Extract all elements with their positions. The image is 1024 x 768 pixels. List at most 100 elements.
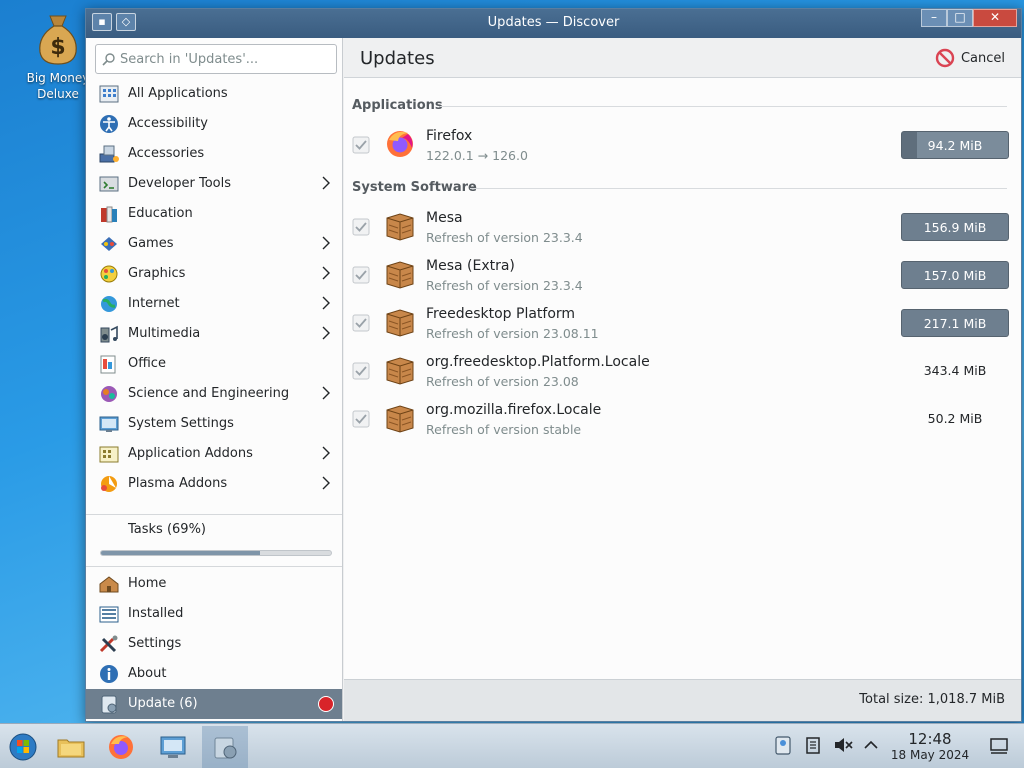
show-desktop-icon[interactable]	[988, 734, 1010, 756]
update-checkbox[interactable]	[352, 136, 370, 154]
update-checkbox[interactable]	[352, 266, 370, 284]
update-row[interactable]: Freedesktop Platform Refresh of version 2…	[344, 300, 1021, 348]
sidebar-item-internet[interactable]: Internet	[86, 289, 342, 319]
discover-icon	[214, 737, 237, 759]
sidebar-item-developer-tools[interactable]: Developer Tools	[86, 169, 342, 199]
update-name: org.mozilla.firefox.Locale	[426, 402, 602, 418]
science-icon	[101, 386, 117, 402]
sidebar-item-multimedia[interactable]: Multimedia	[86, 319, 342, 349]
application-addons-icon	[99, 446, 119, 463]
section-divider	[470, 188, 1007, 189]
sidebar-item-system-settings[interactable]: System Settings	[86, 409, 342, 439]
installed-icon	[99, 606, 119, 623]
clock[interactable]: 12:48 18 May 2024	[890, 731, 970, 763]
update-row[interactable]: Mesa Refresh of version 23.3.4 156.9 MiB	[344, 204, 1021, 252]
education-icon	[101, 206, 117, 223]
sidebar-item-label: Education	[128, 206, 193, 221]
main-header: Updates Cancel	[344, 38, 1021, 78]
sidebar-item-office[interactable]: Office	[86, 349, 342, 379]
update-size: 156.9 MiB	[901, 213, 1009, 241]
sidebar-item-label: Plasma Addons	[128, 476, 228, 491]
sidebar-item-all-applications[interactable]: All Applications	[86, 79, 342, 109]
sidebar-item-label: Science and Engineering	[128, 386, 290, 401]
discover-window: ▪ ◇ Updates — Discover – □ ✕ All Applica…	[85, 8, 1022, 722]
cancel-label: Cancel	[960, 50, 1005, 66]
taskbar-discover[interactable]	[202, 726, 248, 768]
window-title: Updates — Discover	[487, 15, 620, 30]
chevron-right-icon	[322, 296, 330, 310]
tasks-label[interactable]: Tasks (69%)	[128, 522, 206, 537]
start-button[interactable]	[0, 726, 46, 768]
close-button[interactable]: ✕	[973, 9, 1017, 27]
sidebar-item-graphics[interactable]: Graphics	[86, 259, 342, 289]
notes-tray-icon[interactable]	[802, 734, 824, 756]
taskbar-system-settings[interactable]	[150, 726, 196, 768]
sidebar-divider	[86, 514, 342, 515]
update-size: 343.4 MiB	[923, 363, 987, 378]
clipboard-tray-icon[interactable]	[772, 734, 794, 756]
update-subtitle: Refresh of version 23.08.11	[426, 326, 599, 341]
volume-muted-icon[interactable]	[832, 734, 854, 756]
update-checkbox[interactable]	[352, 314, 370, 332]
nav-item-installed[interactable]: Installed	[86, 599, 342, 629]
package-box-icon	[386, 309, 414, 337]
system-settings-icon	[99, 416, 119, 432]
developer-tools-icon	[99, 176, 119, 192]
sidebar-item-label: Graphics	[128, 266, 186, 281]
firefox-icon	[109, 735, 133, 759]
clock-time: 12:48	[908, 730, 952, 748]
sidebar-item-accessibility[interactable]: Accessibility	[86, 109, 342, 139]
clock-date: 18 May 2024	[890, 748, 970, 762]
update-subtitle: Refresh of version 23.3.4	[426, 230, 583, 245]
nav-item-update[interactable]: Update (6)	[86, 689, 342, 719]
package-box-icon	[386, 213, 414, 241]
chevron-up-icon[interactable]	[860, 734, 882, 756]
section-header: Applications	[352, 98, 443, 113]
taskbar: 12:48 18 May 2024	[0, 723, 1024, 768]
nav-item-label: Update (6)	[128, 696, 198, 711]
home-icon	[99, 576, 119, 593]
sidebar: All Applications Accessibility Accessories…	[86, 38, 343, 721]
update-icon	[101, 695, 117, 714]
plasma-addons-icon	[101, 476, 117, 492]
settings-icon	[99, 635, 118, 653]
taskbar-firefox[interactable]	[98, 726, 144, 768]
sidebar-item-label: Multimedia	[128, 326, 201, 341]
search-box[interactable]	[95, 44, 337, 74]
chevron-right-icon	[322, 386, 330, 400]
maximize-button[interactable]: □	[947, 9, 973, 27]
title-bar[interactable]: ▪ ◇ Updates — Discover – □ ✕	[86, 9, 1021, 38]
taskbar-file-manager[interactable]	[48, 726, 94, 768]
minimize-button[interactable]: –	[921, 9, 947, 27]
update-row[interactable]: org.mozilla.firefox.Locale Refresh of ver…	[344, 396, 1021, 444]
sidebar-item-education[interactable]: Education	[86, 199, 342, 229]
sidebar-item-games[interactable]: Games	[86, 229, 342, 259]
nav-item-label: Settings	[128, 636, 182, 651]
nav-item-home[interactable]: Home	[86, 569, 342, 599]
sidebar-item-science[interactable]: Science and Engineering	[86, 379, 342, 409]
main-panel: Updates Cancel Applications Firefox 122.0.…	[344, 38, 1021, 721]
sidebar-item-label: Accessories	[128, 146, 205, 161]
update-subtitle: Refresh of version 23.3.4	[426, 278, 583, 293]
nav-item-settings[interactable]: Settings	[86, 629, 342, 659]
package-box-icon	[386, 261, 414, 289]
sidebar-item-plasma-addons[interactable]: Plasma Addons	[86, 469, 342, 499]
cancel-button[interactable]: Cancel	[935, 48, 1005, 68]
sidebar-item-accessories[interactable]: Accessories	[86, 139, 342, 169]
update-subtitle: 122.0.1 → 126.0	[426, 148, 528, 163]
update-checkbox[interactable]	[352, 410, 370, 428]
update-row[interactable]: org.freedesktop.Platform.Locale Refresh o…	[344, 348, 1021, 396]
update-row[interactable]: Firefox 122.0.1 → 126.0 94.2 MiB	[344, 122, 1021, 170]
update-row[interactable]: Mesa (Extra) Refresh of version 23.3.4 157…	[344, 252, 1021, 300]
update-checkbox[interactable]	[352, 218, 370, 236]
category-list: All Applications Accessibility Accessories…	[86, 79, 342, 499]
search-input[interactable]	[120, 49, 330, 69]
update-checkbox[interactable]	[352, 362, 370, 380]
sidebar-divider	[86, 566, 342, 567]
update-subtitle: Refresh of version stable	[426, 422, 582, 437]
nav-item-about[interactable]: About	[86, 659, 342, 689]
money-bag-icon: $	[34, 12, 82, 66]
sidebar-item-application-addons[interactable]: Application Addons	[86, 439, 342, 469]
section-divider	[440, 106, 1007, 107]
sidebar-item-label: All Applications	[128, 86, 228, 101]
